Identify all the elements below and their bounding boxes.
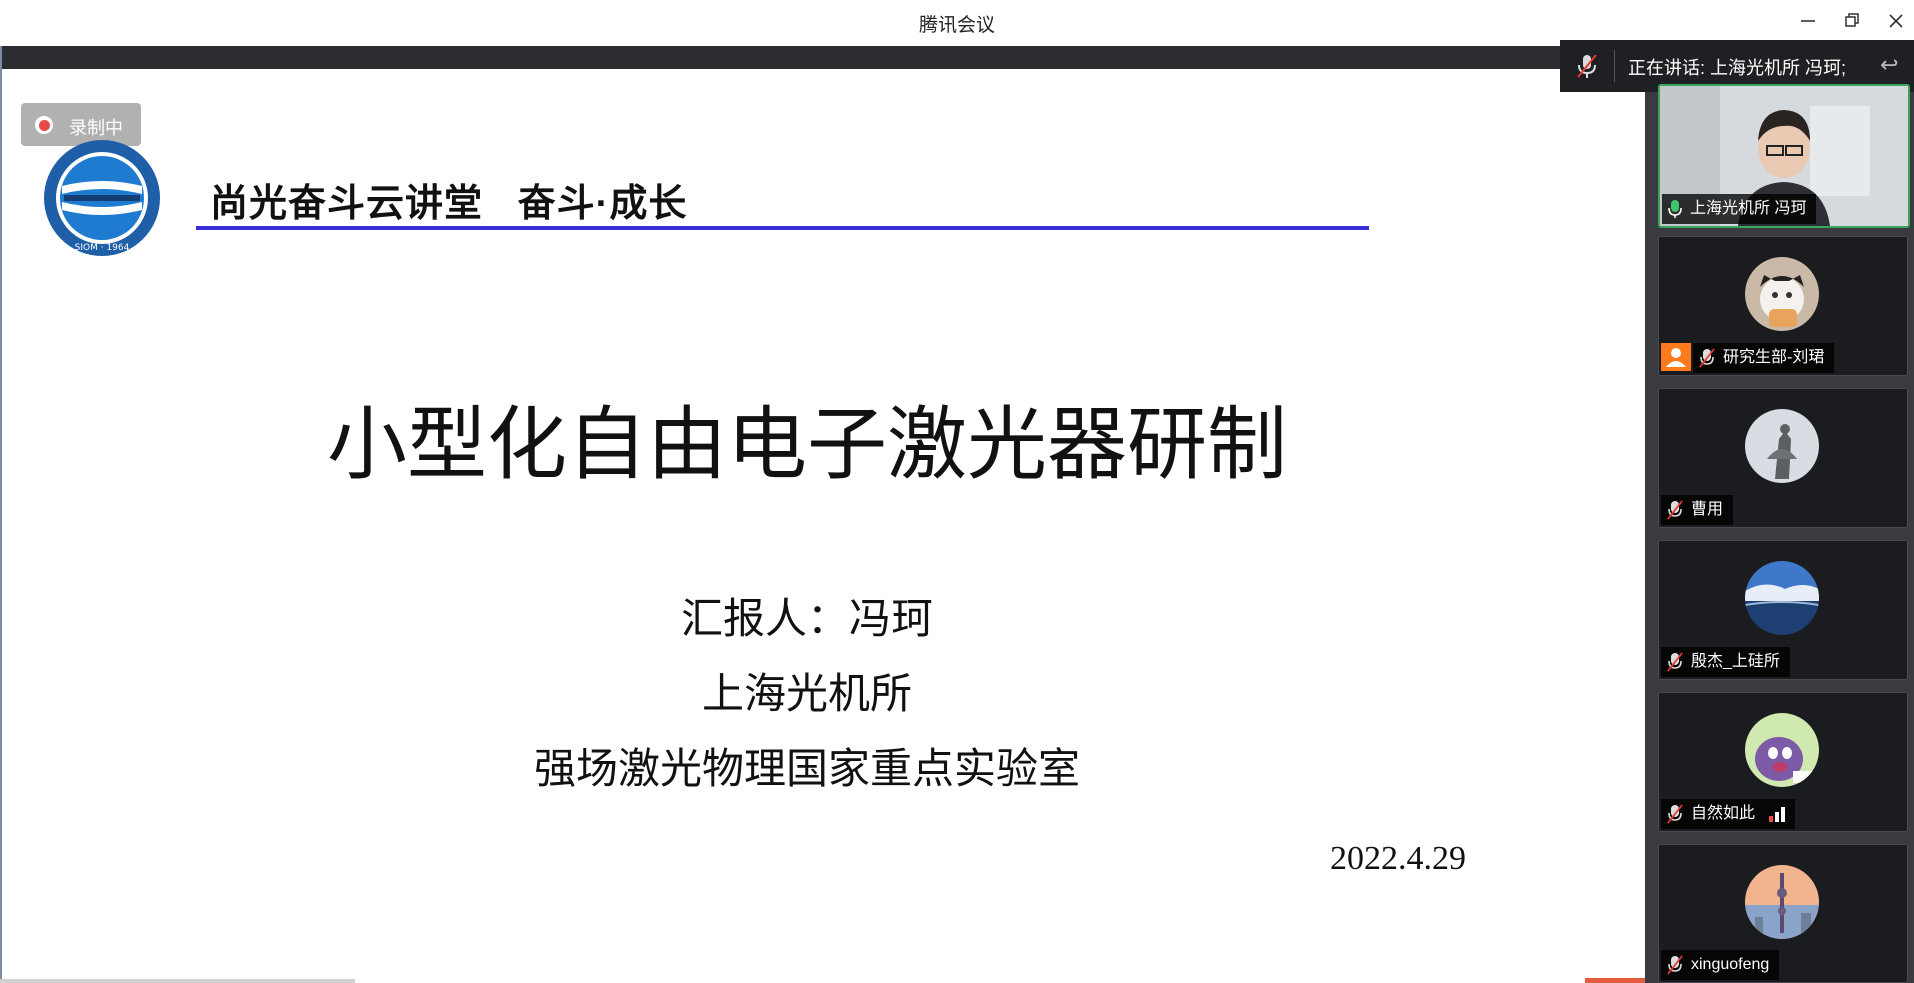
avatar <box>1745 561 1819 635</box>
participant-tile[interactable]: 研究生部-刘珺 <box>1658 236 1908 376</box>
slide-bottom-strip <box>0 979 355 983</box>
host-role-icon <box>1661 343 1691 371</box>
participant-name-tag: 自然如此 <box>1661 799 1796 829</box>
mic-muted-icon <box>1667 500 1683 520</box>
mic-muted-icon <box>1667 804 1683 824</box>
participant-name: 上海光机所 冯珂 <box>1690 200 1807 217</box>
slide-date: 2022.4.29 <box>1330 840 1466 877</box>
participant-name-tag: 殷杰_上硅所 <box>1661 647 1790 677</box>
recording-label: 录制中 <box>69 118 123 138</box>
record-icon <box>35 116 53 134</box>
logo-text: SIOM · 1964 <box>75 243 130 253</box>
participant-tile[interactable]: 殷杰_上硅所 <box>1658 540 1908 680</box>
mic-muted-icon <box>1699 348 1715 368</box>
speaking-label: 正在讲话: 上海光机所 冯珂; <box>1628 58 1847 78</box>
slide-header: 尚光奋斗云讲堂 奋斗·成长 <box>210 183 688 225</box>
top-toolbar-strip <box>0 46 1645 69</box>
participant-name: 殷杰_上硅所 <box>1691 653 1780 670</box>
participant-name: 曹用 <box>1691 501 1724 518</box>
mic-muted-icon <box>1667 955 1683 975</box>
close-icon <box>1889 14 1903 28</box>
participant-tile[interactable]: 自然如此 <box>1658 692 1908 832</box>
minimize-button[interactable] <box>1790 9 1826 35</box>
participant-tile[interactable]: 上海光机所 冯珂 <box>1658 84 1910 228</box>
left-edge <box>0 46 2 983</box>
slide-reporter: 汇报人：冯珂 <box>680 595 933 642</box>
participant-name: 研究生部-刘珺 <box>1723 349 1825 366</box>
restore-icon <box>1845 13 1859 27</box>
mic-muted-icon <box>1667 652 1683 672</box>
participant-name: xinguofeng <box>1691 956 1770 973</box>
slide-institute: 上海光机所 <box>701 670 912 717</box>
slide-title: 小型化自由电子激光器研制 <box>327 400 1287 489</box>
slide-lab: 强场激光物理国家重点实验室 <box>533 745 1080 792</box>
signal-icon <box>1769 806 1786 822</box>
window-title: 腾讯会议 <box>918 15 995 36</box>
avatar <box>1745 257 1819 331</box>
participant-name-tag: 研究生部-刘珺 <box>1693 343 1835 373</box>
avatar <box>1745 713 1819 787</box>
avatar <box>1745 409 1819 483</box>
participant-name-tag: 曹用 <box>1661 495 1734 525</box>
restore-button[interactable] <box>1834 9 1870 35</box>
slide-corner-mark <box>1585 978 1645 983</box>
header-underline <box>196 226 1369 230</box>
mic-on-icon <box>1668 200 1682 218</box>
mic-muted-icon <box>1577 54 1597 78</box>
participant-name: 自然如此 <box>1691 805 1756 822</box>
collapse-arrow-icon[interactable]: ↩ <box>1880 52 1898 78</box>
close-button[interactable] <box>1878 9 1914 35</box>
participant-tile[interactable]: 曹用 <box>1658 388 1908 528</box>
participant-name-tag: 上海光机所 冯珂 <box>1662 194 1817 224</box>
separator <box>1614 50 1615 82</box>
minimize-icon <box>1801 20 1815 22</box>
participant-name-tag: xinguofeng <box>1661 950 1780 980</box>
avatar <box>1745 865 1819 939</box>
participant-tile[interactable]: xinguofeng <box>1658 844 1908 983</box>
siom-logo: SIOM · 1964 <box>44 140 160 256</box>
